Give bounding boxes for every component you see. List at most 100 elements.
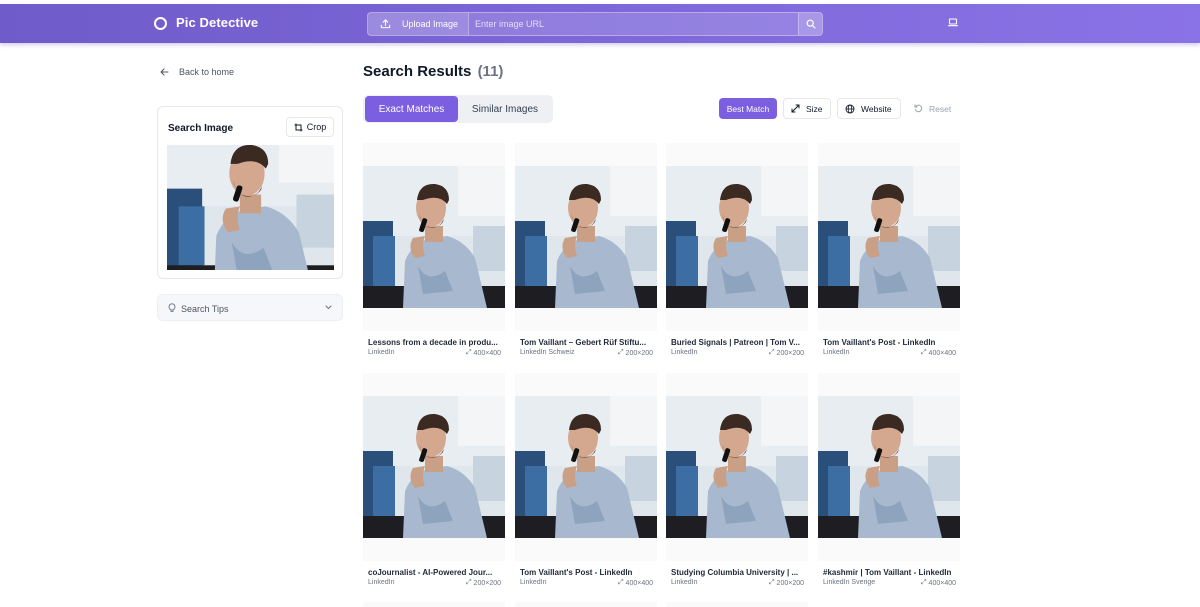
results-count: (11) [477, 63, 504, 80]
search-image-preview [167, 145, 334, 270]
results-tabs: Exact Matches Similar Images [363, 95, 553, 123]
result-dimensions-value: 200×200 [776, 579, 804, 587]
result-source: LinkedIn Sverige [823, 579, 876, 586]
page-title: Search Results (11) [363, 63, 503, 80]
image-search-bar: Upload Image [367, 12, 823, 36]
result-dimensions-value: 400×400 [928, 349, 956, 357]
result-thumbnail[interactable] [515, 396, 657, 538]
result-dimensions: ⤢ 200×200 [769, 579, 804, 587]
sort-size-button[interactable]: Size [783, 98, 831, 119]
result-dimensions: ⤢ 400×400 [618, 579, 653, 587]
result-thumbnail[interactable] [666, 166, 808, 308]
crop-button[interactable]: Crop [286, 117, 334, 137]
sort-website-button[interactable]: Website [837, 98, 901, 119]
result-thumbnail[interactable] [818, 166, 960, 308]
upload-image-button[interactable]: Upload Image [368, 13, 469, 35]
expand-arrows-icon: ⤢ [465, 349, 472, 356]
result-source: LinkedIn [671, 349, 698, 356]
resize-icon [791, 104, 800, 113]
result-card[interactable]: Buried Signals | Patreon | Tom V... Link… [666, 143, 808, 361]
result-source: LinkedIn [368, 579, 395, 586]
expand-arrows-icon: ⤢ [465, 579, 472, 586]
result-title[interactable]: Tom Vaillant – Gebert Rüf Stiftu... [520, 338, 654, 347]
crop-label: Crop [306, 122, 327, 132]
result-title[interactable]: Studying Columbia University | ... [671, 568, 805, 577]
result-source: LinkedIn [520, 579, 547, 586]
laptop-icon[interactable] [948, 18, 958, 27]
result-title[interactable]: Tom Vaillant's Post - LinkedIn [823, 338, 957, 347]
result-card-partial [515, 602, 657, 607]
result-card[interactable]: Tom Vaillant's Post - LinkedIn LinkedIn … [818, 143, 960, 361]
globe-icon [845, 104, 855, 113]
result-source: LinkedIn Schweiz [520, 349, 575, 356]
image-url-input[interactable] [470, 13, 798, 35]
result-dimensions-value: 200×200 [473, 579, 501, 587]
result-dimensions-value: 200×200 [776, 349, 804, 357]
results-title-text: Search Results [363, 63, 472, 80]
expand-arrows-icon: ⤢ [920, 579, 927, 586]
back-to-home-label: Back to home [179, 67, 235, 77]
result-dimensions: ⤢ 400×400 [921, 579, 956, 587]
search-tips-accordion[interactable]: Search Tips [157, 294, 343, 321]
expand-arrows-icon: ⤢ [617, 579, 624, 586]
result-card[interactable]: Studying Columbia University | ... Linke… [666, 373, 808, 591]
expand-arrows-icon: ⤢ [617, 349, 624, 356]
result-title[interactable]: Lessons from a decade in produ... [368, 338, 502, 347]
result-dimensions-value: 400×400 [928, 579, 956, 587]
result-dimensions-value: 200×200 [625, 349, 653, 357]
search-button[interactable] [798, 13, 822, 35]
search-icon [806, 19, 816, 29]
result-source: LinkedIn [671, 579, 698, 586]
chevron-down-icon [325, 305, 332, 310]
result-dimensions: ⤢ 400×400 [921, 349, 956, 357]
size-label: Size [806, 103, 823, 114]
app-brand[interactable]: Pic Detective [176, 15, 258, 30]
reset-icon [914, 104, 923, 113]
search-image-card: Search Image Crop [157, 106, 343, 279]
result-card[interactable]: Tom Vaillant's Post - LinkedIn LinkedIn … [515, 373, 657, 591]
result-dimensions: ⤢ 400×400 [466, 349, 501, 357]
result-card-partial [363, 602, 505, 607]
upload-image-label: Upload Image [402, 19, 459, 29]
result-card-partial [666, 602, 808, 607]
result-thumbnail[interactable] [666, 396, 808, 538]
back-to-home-link[interactable]: Back to home [160, 67, 234, 77]
tab-exact-matches[interactable]: Exact Matches [365, 96, 458, 122]
result-dimensions: ⤢ 200×200 [466, 579, 501, 587]
upload-icon [380, 19, 391, 29]
result-dimensions-value: 400×400 [625, 579, 653, 587]
result-card[interactable]: coJournalist - AI-Powered Jour... Linked… [363, 373, 505, 591]
lightbulb-icon [168, 303, 176, 312]
expand-arrows-icon: ⤢ [768, 349, 775, 356]
result-source: LinkedIn [823, 349, 850, 356]
tab-similar-images[interactable]: Similar Images [461, 96, 549, 122]
result-title[interactable]: coJournalist - AI-Powered Jour... [368, 568, 502, 577]
crop-icon [294, 123, 303, 131]
expand-arrows-icon: ⤢ [920, 349, 927, 356]
circle-logo-icon[interactable] [154, 17, 167, 30]
result-dimensions-value: 400×400 [473, 349, 501, 357]
result-dimensions: ⤢ 200×200 [769, 349, 804, 357]
top-navbar: Pic Detective Upload Image [0, 4, 1200, 43]
search-image-title: Search Image [168, 123, 234, 134]
result-dimensions: ⤢ 200×200 [618, 349, 653, 357]
search-tips-label: Search Tips [181, 304, 229, 314]
result-thumbnail[interactable] [363, 396, 505, 538]
result-card[interactable]: Tom Vaillant – Gebert Rüf Stiftu... Link… [515, 143, 657, 361]
reset-label: Reset [929, 103, 952, 114]
result-thumbnail[interactable] [363, 166, 505, 308]
result-title[interactable]: Tom Vaillant's Post - LinkedIn [520, 568, 654, 577]
result-card[interactable]: #kashmir | Tom Vaillant - LinkedIn Linke… [818, 373, 960, 591]
result-title[interactable]: #kashmir | Tom Vaillant - LinkedIn [823, 568, 957, 577]
result-thumbnail[interactable] [515, 166, 657, 308]
arrow-left-icon [160, 68, 169, 76]
result-source: LinkedIn [368, 349, 395, 356]
result-thumbnail[interactable] [818, 396, 960, 538]
reset-button[interactable]: Reset [907, 98, 961, 119]
website-label: Website [861, 103, 892, 114]
result-title[interactable]: Buried Signals | Patreon | Tom V... [671, 338, 805, 347]
result-card[interactable]: Lessons from a decade in produ... Linked… [363, 143, 505, 361]
sort-best-match-button[interactable]: Best Match [719, 98, 777, 119]
best-match-label: Best Match [726, 103, 770, 114]
expand-arrows-icon: ⤢ [768, 579, 775, 586]
